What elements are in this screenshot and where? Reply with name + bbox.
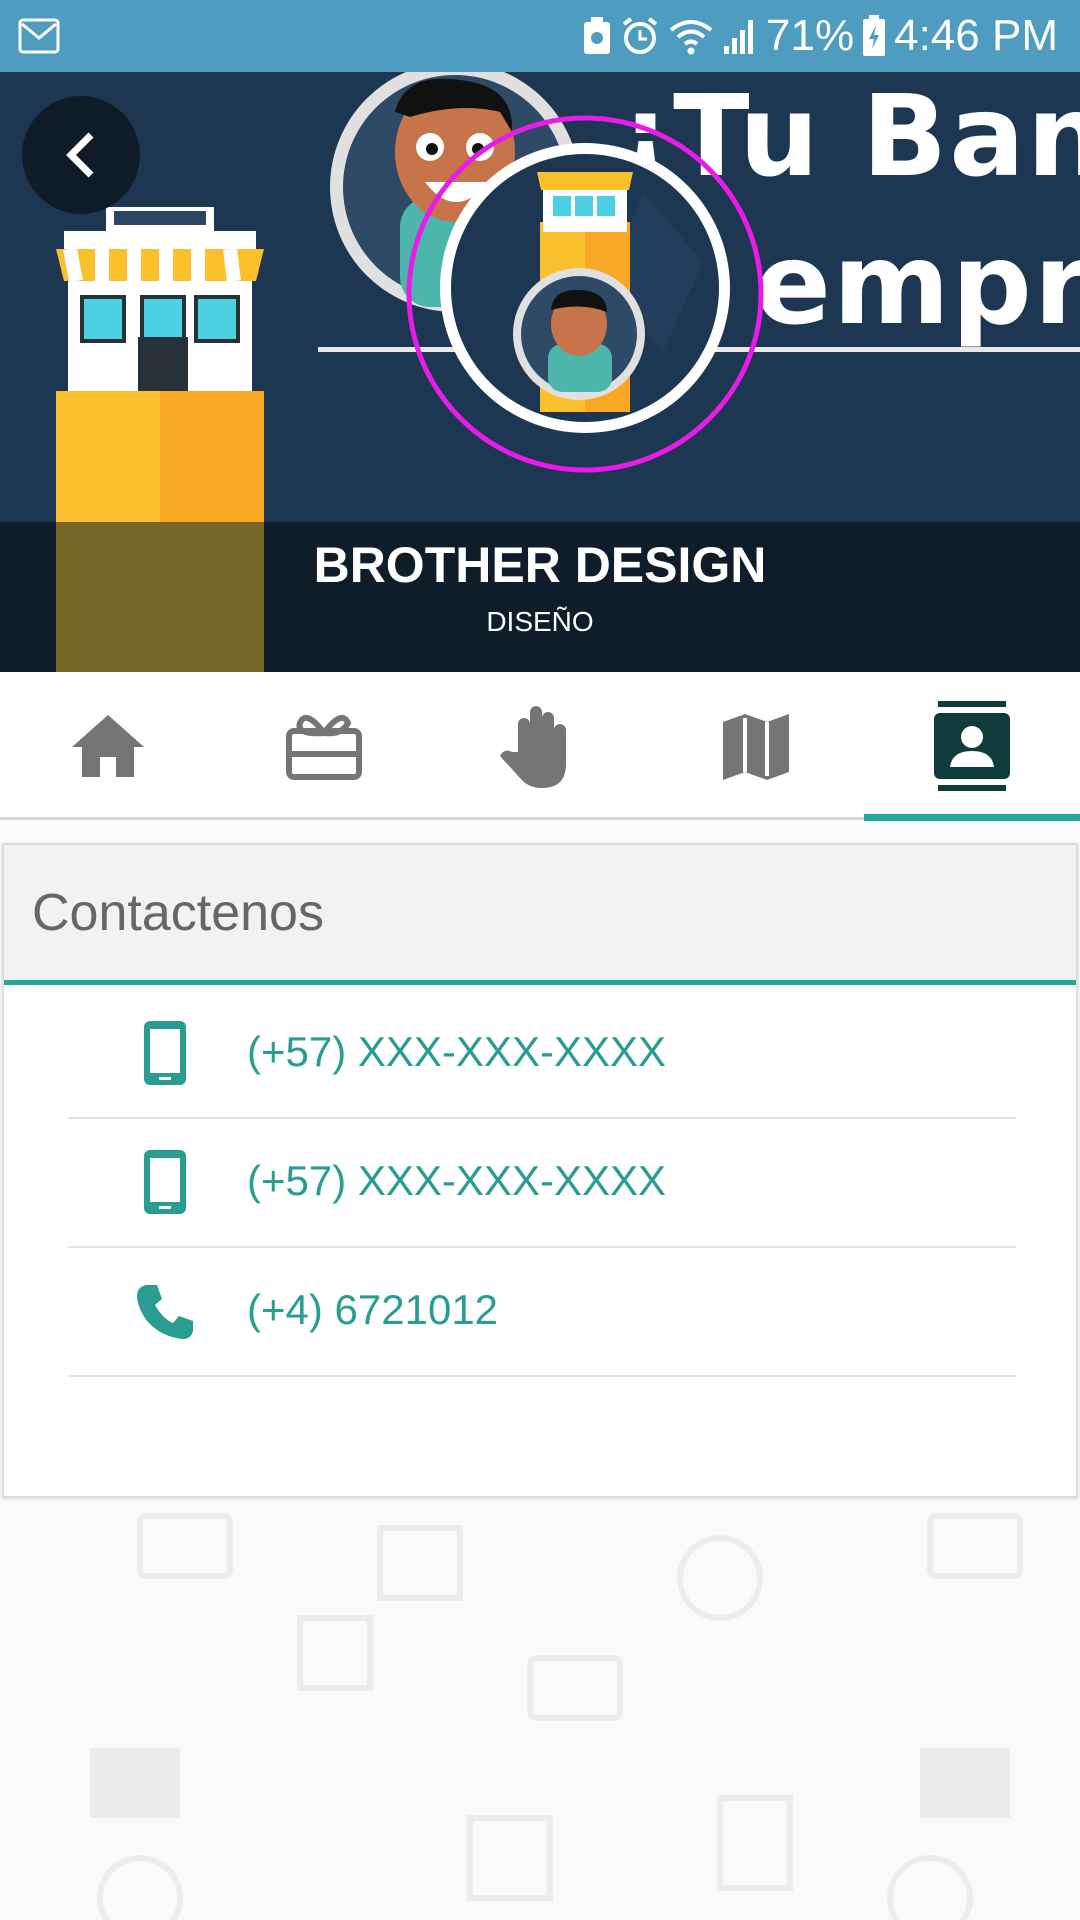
status-bar: 71% 4:46 PM xyxy=(0,0,1080,72)
contact-item-text[interactable]: (+4) 6721012 xyxy=(247,1286,498,1334)
email-notification-icon xyxy=(18,18,60,54)
smartphone-icon xyxy=(130,1147,200,1217)
profile-logo[interactable] xyxy=(403,112,767,476)
chevron-left-icon xyxy=(66,132,94,178)
gift-card-icon xyxy=(286,714,362,780)
home-icon xyxy=(72,715,144,777)
phone-icon xyxy=(130,1276,200,1346)
tab-offers[interactable] xyxy=(216,672,432,820)
banner-headline-line2: empre xyxy=(755,220,1080,350)
company-name: BROTHER DESIGN xyxy=(313,537,767,593)
contact-title: Contactenos xyxy=(32,884,324,942)
contact-item[interactable]: (+4) 6721012 xyxy=(68,1248,1016,1377)
signal-icon xyxy=(724,20,754,54)
contact-item[interactable]: (+57) XXX-XXX-XXXX xyxy=(68,990,1016,1119)
tab-home[interactable] xyxy=(0,672,216,820)
background-pattern xyxy=(90,1513,1023,1920)
back-button[interactable] xyxy=(22,96,140,214)
contact-item-text[interactable]: (+57) XXX-XXX-XXXX xyxy=(247,1157,666,1205)
contact-card: Contactenos (+57) XXX-XXX-XXXX (+57) XXX… xyxy=(2,843,1078,1498)
recycle-notification-icon xyxy=(584,17,611,54)
contact-item[interactable]: (+57) XXX-XXX-XXXX xyxy=(68,1119,1016,1248)
hand-icon xyxy=(500,706,566,788)
company-category: DISEÑO xyxy=(486,606,594,637)
active-tab-indicator xyxy=(864,814,1080,821)
contact-item-text[interactable]: (+57) XXX-XXX-XXXX xyxy=(247,1028,666,1076)
smartphone-icon xyxy=(130,1018,200,1088)
battery-charging-icon xyxy=(863,15,886,56)
clock: 4:46 PM xyxy=(894,11,1058,60)
map-icon xyxy=(723,714,789,780)
tab-services[interactable] xyxy=(432,672,648,820)
battery-percentage: 71% xyxy=(766,11,855,60)
tab-contact[interactable] xyxy=(864,672,1080,820)
contact-card-icon xyxy=(934,701,1010,791)
tab-map[interactable] xyxy=(648,672,864,820)
tab-bar xyxy=(0,672,1080,821)
wifi-icon xyxy=(669,20,713,55)
contact-card-header: Contactenos xyxy=(4,845,1076,985)
alarm-icon xyxy=(622,17,658,54)
